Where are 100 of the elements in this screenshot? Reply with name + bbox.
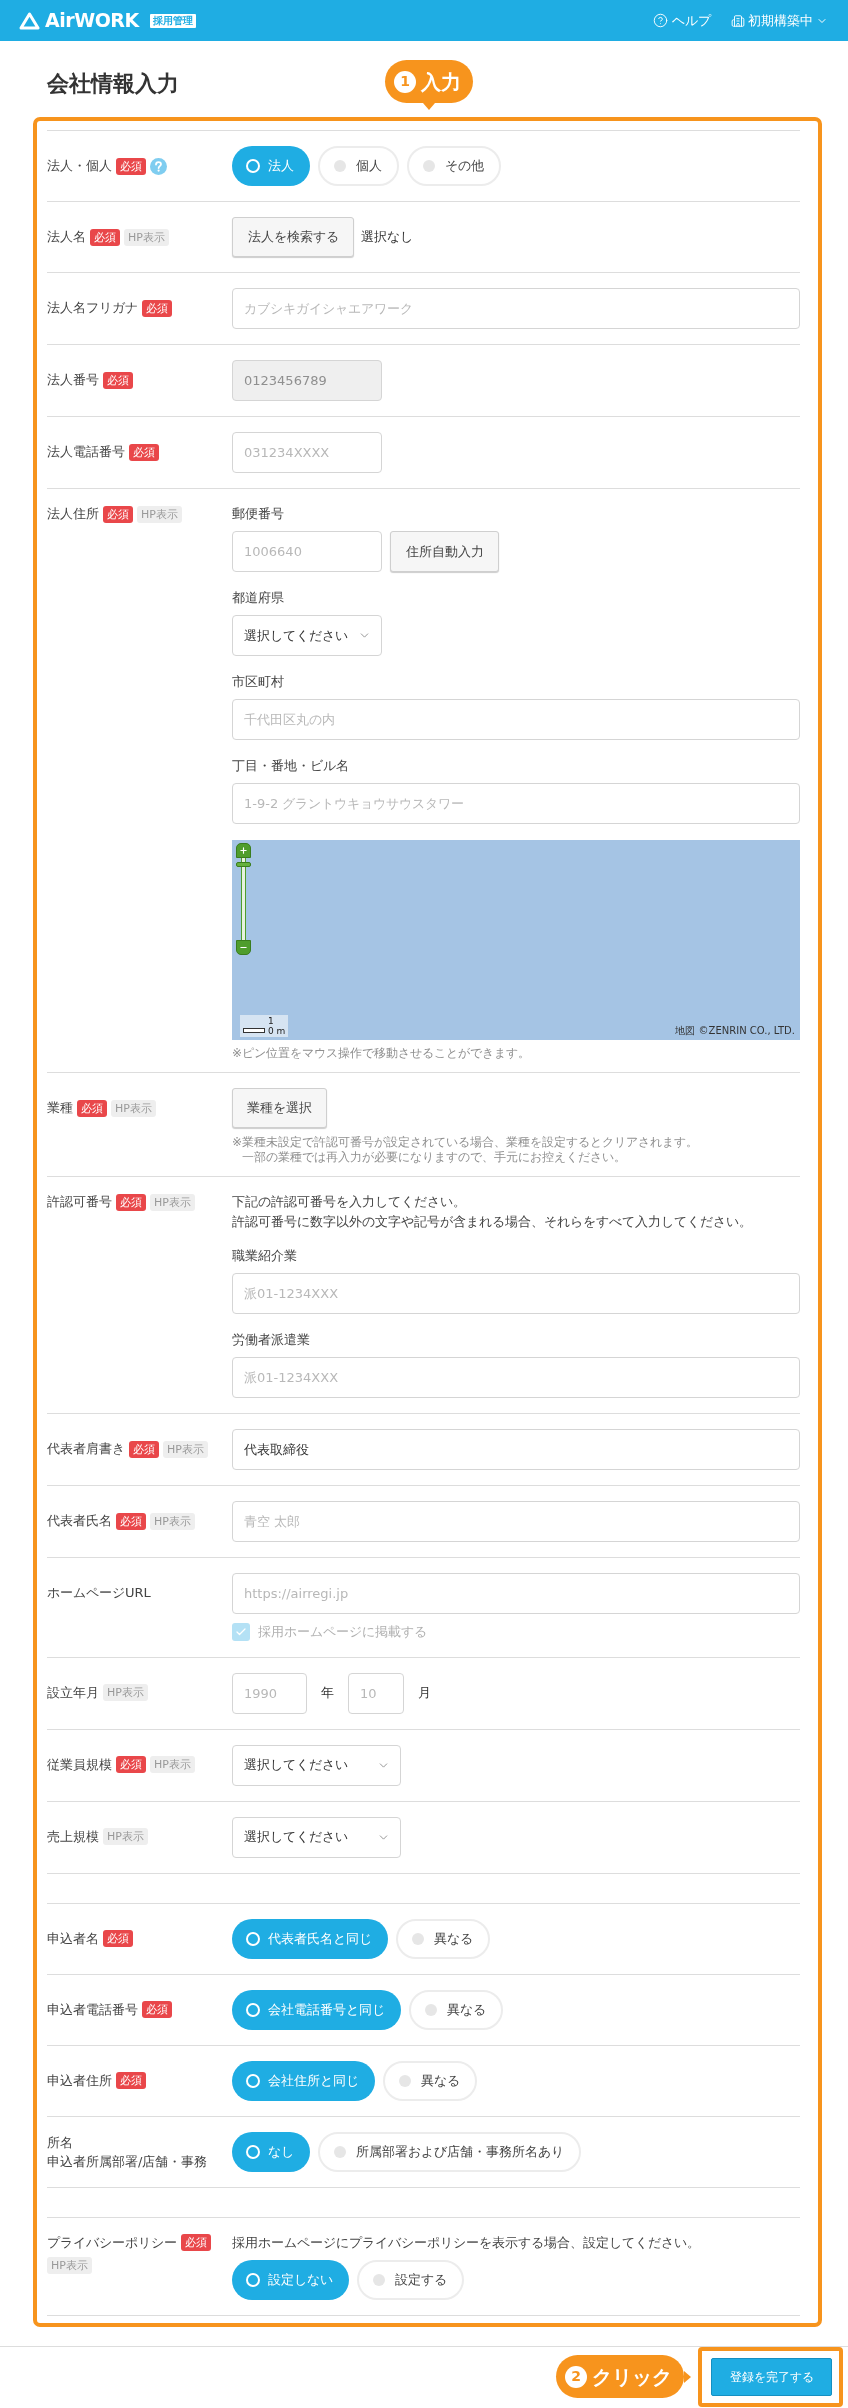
required-badge: 必須 xyxy=(103,505,133,523)
radio-dot-icon xyxy=(412,1932,424,1945)
step-number: 2 xyxy=(565,2365,587,2388)
zoom-slider-thumb[interactable] xyxy=(236,861,251,867)
field-label: 許認可番号 xyxy=(47,1193,112,1211)
zoom-out-button[interactable] xyxy=(236,940,251,955)
radio-option[interactable]: 異なる xyxy=(409,1989,503,2030)
page-title: 会社情報入力 xyxy=(47,70,179,98)
required-badge: 必須 xyxy=(116,1512,146,1530)
field-label: 法人名 xyxy=(47,228,86,246)
field-label: 職業紹介業 xyxy=(232,1247,298,1265)
text-input[interactable]: 1006640 xyxy=(232,531,382,572)
radio-ring-icon xyxy=(246,2073,260,2088)
search-button[interactable]: 法人を検索する xyxy=(232,217,354,257)
select-dropdown[interactable]: 選択してください xyxy=(232,1744,401,1786)
required-badge: 必須 xyxy=(103,371,133,389)
radio-option[interactable]: 所属部署および店舗・事務所名あり xyxy=(318,2131,581,2172)
field-label: 従業員規模 xyxy=(47,1755,112,1774)
hp-badge: HP表示 xyxy=(150,1756,195,1773)
field-label: 郵便番号 xyxy=(232,505,285,523)
hp-badge: HP表示 xyxy=(103,1684,148,1701)
text-input[interactable]: 代表取締役 xyxy=(232,1429,800,1470)
map-area[interactable]: 1 0 m 地図 ©ZENRIN CO., LTD. xyxy=(232,840,800,1040)
product-badge: 採用管理 xyxy=(149,13,196,28)
scale-label: 1 xyxy=(268,1016,274,1026)
radio-ring-icon xyxy=(246,2144,260,2159)
text-input[interactable]: 031234XXXX xyxy=(232,432,382,473)
radio-option[interactable]: 異なる xyxy=(396,1918,490,1959)
field-description: 下記の許認可番号を入力してください。 xyxy=(232,1193,467,1211)
text-input[interactable]: 1990 xyxy=(232,1672,307,1714)
logo-triangle-icon xyxy=(19,11,40,30)
hp-badge: HP表示 xyxy=(163,1440,208,1458)
required-badge: 必須 xyxy=(142,2001,172,2018)
field-description: 許認可番号に数字以外の文字や記号が含まれる場合、それらをすべて入力してください。 xyxy=(232,1213,753,1231)
radio-option[interactable]: 異なる xyxy=(383,2060,477,2101)
required-badge: 必須 xyxy=(116,1193,146,1211)
required-badge: 必須 xyxy=(77,1099,107,1117)
radio-dot-icon xyxy=(423,160,435,172)
map-attribution: 地図 ©ZENRIN CO., LTD. xyxy=(675,1025,795,1037)
text-input[interactable]: 10 xyxy=(348,1672,404,1714)
field-label: 労働者派遣業 xyxy=(232,1331,311,1349)
help-note: 一部の業種では再入力が必要になりますので、手元にお控えください。 xyxy=(241,1150,627,1165)
radio-dot-icon xyxy=(334,160,346,172)
radio-ring-icon xyxy=(246,2272,260,2287)
required-badge: 必須 xyxy=(142,299,172,317)
required-badge: 必須 xyxy=(116,2072,146,2089)
radio-dot-icon xyxy=(399,2074,411,2087)
select-dropdown[interactable]: 選択してください xyxy=(232,1816,401,1858)
unit-label: 月 xyxy=(418,1684,431,1703)
hp-badge: HP表示 xyxy=(103,1828,148,1845)
radio-dot-icon xyxy=(334,2145,346,2158)
text-input[interactable]: 青空 太郎 xyxy=(232,1501,800,1542)
hp-badge: HP表示 xyxy=(47,2256,92,2274)
hp-badge: HP表示 xyxy=(150,1512,195,1530)
radio-ring-icon xyxy=(246,2002,260,2017)
text-input[interactable]: 派01-1234XXX xyxy=(232,1273,800,1314)
radio-dot-icon xyxy=(373,2273,385,2286)
field-label: 申込者電話番号 xyxy=(47,2000,138,2019)
radio-option[interactable]: 設定する xyxy=(357,2259,464,2300)
step-number: 1 xyxy=(394,70,416,93)
text-input[interactable]: https://airregi.jp xyxy=(232,1573,800,1614)
field-label: 丁目・番地・ビル名 xyxy=(232,757,350,775)
hp-badge: HP表示 xyxy=(111,1099,156,1117)
field-label: 法人住所 xyxy=(47,505,99,523)
selection-status: 選択なし xyxy=(361,228,413,247)
required-badge: 必須 xyxy=(90,228,120,246)
select-dropdown[interactable]: 選択してください xyxy=(232,615,382,656)
field-label: 業種 xyxy=(47,1099,73,1117)
field-label: 都道府県 xyxy=(232,589,285,607)
help-icon xyxy=(653,13,668,28)
callout-label: クリック xyxy=(592,2363,672,2391)
field-label: プライバシーポリシー xyxy=(47,2233,177,2252)
field-label: 設立年月 xyxy=(47,1683,99,1702)
field-label: 代表者氏名 xyxy=(47,1512,112,1530)
help-note: ※業種未設定で許認可番号が設定されている場合、業種を設定するとクリアされます。 xyxy=(232,1135,699,1150)
zoom-in-button[interactable] xyxy=(236,843,251,858)
field-label: 市区町村 xyxy=(232,673,285,691)
autofill-button[interactable]: 住所自動入力 xyxy=(390,531,499,572)
field-label: 法人番号 xyxy=(47,371,99,389)
building-icon xyxy=(731,13,745,28)
field-label: 代表者肩書き xyxy=(47,1440,125,1458)
radio-ring-icon xyxy=(246,159,260,173)
field-label: 法人電話番号 xyxy=(47,443,125,461)
app-name: AirWORK xyxy=(45,11,139,30)
field-description: 採用ホームページにプライバシーポリシーを表示する場合、設定してください。 xyxy=(232,2233,701,2252)
required-badge: 必須 xyxy=(116,1756,146,1773)
text-input[interactable]: 千代田区丸の内 xyxy=(232,699,800,740)
field-label: ホームページURL xyxy=(47,1584,151,1602)
text-input[interactable]: 派01-1234XXX xyxy=(232,1357,800,1398)
checkbox-label: 採用ホームページに掲載する xyxy=(258,1623,427,1641)
required-badge: 必須 xyxy=(129,1440,159,1458)
required-badge: 必須 xyxy=(181,2234,211,2251)
radio-option[interactable]: 個人 xyxy=(318,146,399,186)
select-industry-button[interactable]: 業種を選択 xyxy=(232,1088,327,1128)
field-label: 申込者住所 xyxy=(47,2071,112,2090)
field-label: 申込者所属部署/店舗・事務 xyxy=(47,2152,209,2171)
radio-option[interactable]: その他 xyxy=(407,146,501,186)
radio-dot-icon xyxy=(425,2003,437,2016)
hp-badge: HP表示 xyxy=(137,505,182,523)
field-label: 申込者名 xyxy=(47,1929,99,1948)
